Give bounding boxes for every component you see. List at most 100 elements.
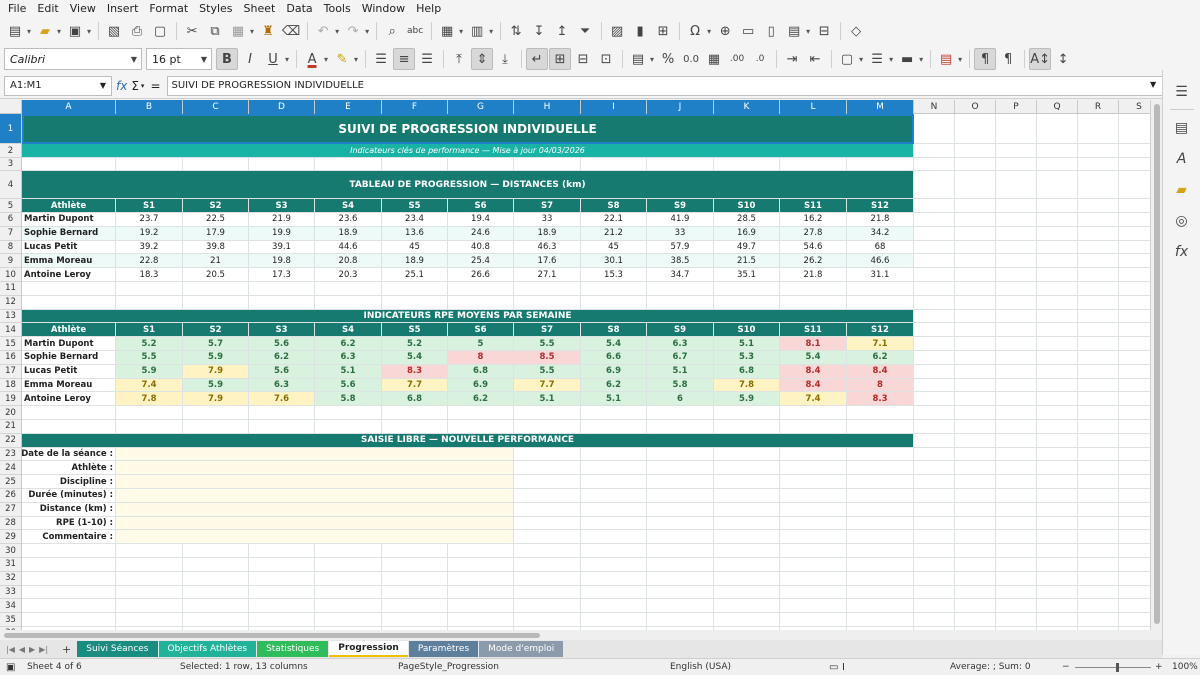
empty-cell[interactable] [1037,585,1078,600]
empty-cell[interactable] [914,613,955,627]
rpe-cell[interactable]: 8.3 [382,364,448,379]
row-header-3[interactable]: 3 [0,158,21,171]
empty-cell[interactable] [780,571,847,586]
empty-cell[interactable] [647,571,714,586]
distances-header-0[interactable]: Athlète [22,199,116,213]
row-header-32[interactable]: 32 [0,572,21,586]
empty-cell[interactable] [714,406,780,420]
distances-header-2[interactable]: S2 [183,199,249,213]
empty-cell[interactable] [847,158,914,171]
name-box-dropdown-icon[interactable]: ▼ [100,81,106,90]
menu-file[interactable]: File [4,0,33,17]
empty-cell[interactable] [514,158,581,171]
align-left-icon[interactable]: ☰ [370,48,392,70]
gallery-icon[interactable]: ▰ [1171,179,1193,201]
empty-cell[interactable] [1037,281,1078,296]
empty-cell[interactable] [1037,364,1078,379]
empty-cell[interactable] [1037,323,1078,338]
empty-cell[interactable] [1037,488,1078,503]
empty-cell[interactable] [996,544,1037,558]
tab-progression[interactable]: Progression [329,641,408,657]
empty-cell[interactable] [647,475,714,489]
pivot-table-icon[interactable]: ⊞ [652,20,674,42]
distance-cell[interactable]: 33 [514,213,581,227]
distance-cell[interactable]: 18.9 [382,254,448,269]
hyperlink-icon[interactable]: ⊕ [714,20,736,42]
rpe-cell[interactable]: 6.3 [249,378,315,393]
empty-cell[interactable] [22,599,116,614]
export-pdf-icon[interactable]: ▧ [103,20,125,42]
row-header-30[interactable]: 30 [0,544,21,558]
empty-cell[interactable] [249,571,315,586]
empty-cell[interactable] [249,599,315,614]
rpe-cell[interactable]: 5.9 [183,350,249,365]
empty-cell[interactable] [955,571,996,586]
empty-cell[interactable] [780,557,847,572]
functions-icon[interactable]: fx [1171,241,1193,263]
empty-cell[interactable] [514,502,581,517]
empty-cell[interactable] [315,544,382,558]
cut-icon[interactable]: ✂ [181,20,203,42]
empty-cell[interactable] [996,585,1037,600]
empty-cell[interactable] [514,599,581,614]
distance-cell[interactable]: 15.3 [581,268,647,282]
column-header-n[interactable]: N [914,100,955,114]
empty-cell[interactable] [955,502,996,517]
function-wizard-icon[interactable]: fx [116,79,127,93]
empty-cell[interactable] [996,350,1037,365]
empty-cell[interactable] [1037,419,1078,434]
empty-cell[interactable] [1078,144,1119,158]
empty-cell[interactable] [116,281,183,296]
empty-cell[interactable] [1078,502,1119,517]
empty-cell[interactable] [780,281,847,296]
empty-cell[interactable] [382,419,448,434]
rpe-cell[interactable]: 6.8 [382,392,448,407]
empty-cell[interactable] [116,613,183,627]
distance-cell[interactable]: 21.8 [780,268,847,282]
empty-cell[interactable] [780,599,847,614]
empty-cell[interactable] [514,461,581,476]
row-header-2[interactable]: 2 [0,144,21,158]
insert-image-icon[interactable]: ▨ [606,20,628,42]
menu-sheet[interactable]: Sheet [240,0,283,17]
empty-cell[interactable] [116,419,183,434]
empty-cell[interactable] [996,378,1037,393]
rpe-cell[interactable]: 8.3 [847,392,914,407]
wrap-text-icon[interactable]: ↵ [526,48,549,70]
empty-cell[interactable] [249,406,315,420]
row-header-24[interactable]: 24 [0,461,21,476]
empty-cell[interactable] [514,530,581,545]
empty-cell[interactable] [1037,350,1078,365]
empty-cell[interactable] [996,158,1037,171]
distances-header-10[interactable]: S10 [714,199,780,213]
sheet-subtitle[interactable]: Indicateurs clés de performance — Mise à… [22,144,914,158]
sum-icon[interactable]: Σ [131,79,139,93]
empty-cell[interactable] [1037,295,1078,310]
empty-cell[interactable] [996,530,1037,545]
empty-cell[interactable] [714,281,780,296]
empty-cell[interactable] [22,585,116,600]
distances-header-6[interactable]: S6 [448,199,514,213]
rpe-cell[interactable]: 5.4 [382,350,448,365]
empty-cell[interactable] [116,571,183,586]
empty-cell[interactable] [183,557,249,572]
empty-cell[interactable] [647,488,714,503]
row-header-21[interactable]: 21 [0,420,21,434]
empty-cell[interactable] [581,447,647,462]
row-header-20[interactable]: 20 [0,406,21,420]
empty-cell[interactable] [996,199,1037,213]
distance-cell[interactable]: 39.1 [249,240,315,255]
form-input-cell[interactable] [116,530,514,545]
distance-cell[interactable]: 21.9 [249,213,315,227]
row-header-18[interactable]: 18 [0,379,21,393]
rpe-cell[interactable]: 6.2 [448,392,514,407]
row-header-34[interactable]: 34 [0,599,21,614]
first-sheet-icon[interactable]: |◀ [6,645,15,654]
empty-cell[interactable] [514,585,581,600]
cell-area[interactable]: SUIVI DE PROGRESSION INDIVIDUELLE Indicat… [22,114,1160,630]
horizontal-scrollbar[interactable] [0,630,1162,640]
empty-cell[interactable] [914,199,955,213]
new-dropdown-icon[interactable]: ▾ [27,27,31,36]
column-header-r[interactable]: R [1078,100,1119,114]
formula-icon[interactable]: = [150,79,160,93]
